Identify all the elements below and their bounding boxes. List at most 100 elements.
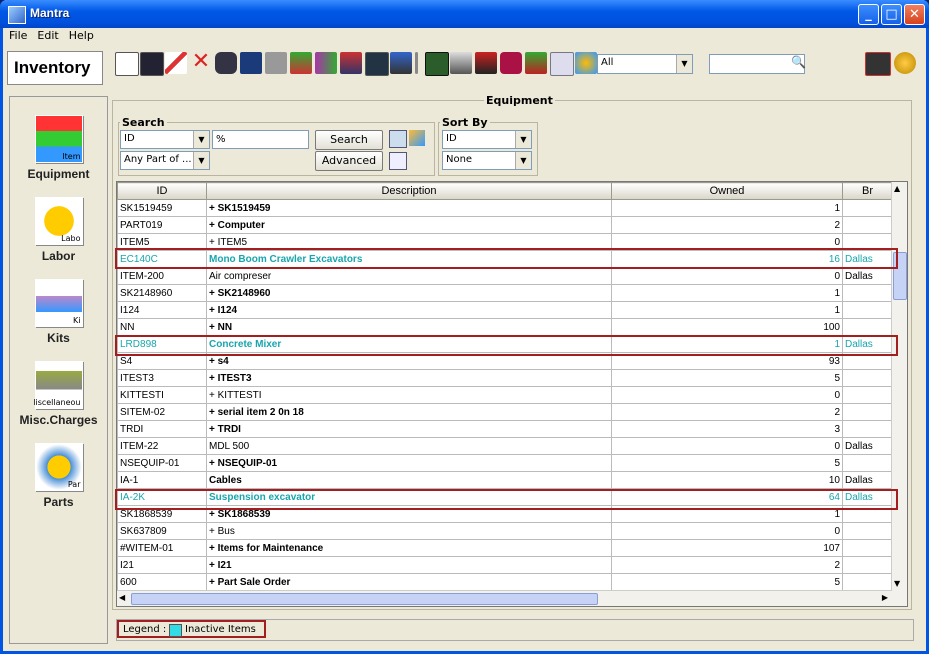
search-icon[interactable]: 🔍 (791, 55, 806, 69)
help-icon[interactable] (894, 52, 916, 74)
cell-id[interactable]: SK637809 (117, 522, 207, 540)
table-row[interactable]: KITTESTI + KITTESTI 0 (117, 386, 893, 404)
search-button[interactable]: Search (315, 130, 383, 150)
cell-owned[interactable]: 0 (611, 386, 843, 404)
table-row[interactable]: SK2148960 + SK2148960 1 (117, 284, 893, 302)
cell-desc[interactable]: + NN (206, 318, 612, 336)
search-field-select[interactable]: ID ▼ (120, 130, 210, 149)
cell-branch[interactable] (842, 386, 893, 404)
table-row[interactable]: NSEQUIP-01 + NSEQUIP-01 5 (117, 454, 893, 472)
cell-branch[interactable] (842, 539, 893, 557)
cell-branch[interactable] (842, 301, 893, 319)
chevron-down-icon[interactable]: ▼ (193, 131, 209, 148)
column-header-owned[interactable]: Owned (611, 182, 843, 200)
cell-id[interactable]: NN (117, 318, 207, 336)
cell-desc[interactable]: MDL 500 (206, 437, 612, 455)
cell-desc[interactable]: Cables (206, 471, 612, 489)
cell-id[interactable]: ITEST3 (117, 369, 207, 387)
edit-icon[interactable] (165, 52, 187, 74)
cell-branch[interactable]: Dallas (842, 437, 893, 455)
match-mode-select[interactable]: Any Part of ... ▼ (120, 151, 210, 170)
new-icon[interactable] (115, 52, 139, 76)
sort-secondary-select[interactable]: None ▼ (442, 151, 532, 170)
cell-owned[interactable]: 0 (611, 522, 843, 540)
g-icon[interactable] (500, 52, 522, 74)
delete-icon[interactable]: ✕ (190, 51, 212, 74)
cell-branch[interactable] (842, 454, 893, 472)
cell-owned[interactable]: 2 (611, 216, 843, 234)
cell-id[interactable]: ITEM-22 (117, 437, 207, 455)
cell-desc[interactable]: + Computer (206, 216, 612, 234)
refresh-icon[interactable] (409, 130, 425, 146)
cell-branch[interactable]: Dallas (842, 267, 893, 285)
equipment-table[interactable]: ID Description Owned Br SK1519459 + SK151… (116, 181, 908, 607)
sidebar-item-parts[interactable]: Par Parts (10, 443, 107, 509)
filter-select[interactable]: All ▼ (597, 54, 693, 74)
sort-primary-select[interactable]: ID ▼ (442, 130, 532, 149)
cell-owned[interactable]: 5 (611, 454, 843, 472)
table-row[interactable]: ITEM-22 MDL 500 0 Dallas (117, 437, 893, 455)
column-header-id[interactable]: ID (117, 182, 207, 200)
scroll-right-icon[interactable]: ▶ (882, 593, 888, 602)
cell-desc[interactable]: + Items for Maintenance (206, 539, 612, 557)
cell-id[interactable]: ITEM-200 (117, 267, 207, 285)
cell-desc[interactable]: + serial item 2 0n 18 (206, 403, 612, 421)
table-row[interactable]: SK637809 + Bus 0 (117, 522, 893, 540)
chart-icon[interactable] (340, 52, 362, 74)
cell-owned[interactable]: 5 (611, 369, 843, 387)
sidebar-item-equipment[interactable]: Item Equipment (10, 115, 107, 181)
save-icon[interactable] (140, 52, 164, 76)
cell-desc[interactable]: Air compreser (206, 267, 612, 285)
cell-id[interactable]: KITTESTI (117, 386, 207, 404)
title-bar[interactable]: Mantra _ □ ✕ (0, 0, 929, 28)
cell-id[interactable]: I21 (117, 556, 207, 574)
table-row[interactable]: ITEST3 + ITEST3 5 (117, 369, 893, 387)
binoculars-icon[interactable] (315, 52, 337, 74)
cell-branch[interactable]: Dallas (842, 471, 893, 489)
table-row[interactable]: #WITEM-01 + Items for Maintenance 107 (117, 539, 893, 557)
table-row[interactable]: SK1519459 + SK1519459 1 (117, 199, 893, 217)
print-icon[interactable] (450, 52, 472, 74)
cell-owned[interactable]: 10 (611, 471, 843, 489)
cell-owned[interactable]: 1 (611, 199, 843, 217)
transfer-icon[interactable] (290, 52, 312, 74)
cell-branch[interactable] (842, 199, 893, 217)
cell-owned[interactable]: 5 (611, 573, 843, 591)
clear-search-icon[interactable] (389, 152, 407, 170)
cell-desc[interactable]: + Bus (206, 522, 612, 540)
scroll-left-icon[interactable]: ◀ (119, 593, 125, 602)
cell-owned[interactable]: 1 (611, 284, 843, 302)
chevron-down-icon[interactable]: ▼ (515, 152, 531, 169)
cell-branch[interactable] (842, 420, 893, 438)
cell-id[interactable]: #WITEM-01 (117, 539, 207, 557)
advanced-button[interactable]: Advanced (315, 151, 383, 171)
table-row[interactable]: 600 + Part Sale Order 5 (117, 573, 893, 591)
cell-branch[interactable] (842, 284, 893, 302)
cell-owned[interactable]: 3 (611, 420, 843, 438)
table-row[interactable]: I21 + I21 2 (117, 556, 893, 574)
cell-desc[interactable]: + SK1519459 (206, 199, 612, 217)
cell-branch[interactable] (842, 318, 893, 336)
cell-branch[interactable] (842, 216, 893, 234)
cell-id[interactable]: TRDI (117, 420, 207, 438)
column-header-branch[interactable]: Br (842, 182, 893, 200)
cell-id[interactable]: IA-1 (117, 471, 207, 489)
exit-icon[interactable] (865, 52, 891, 76)
menu-edit[interactable]: Edit (31, 28, 62, 42)
cell-id[interactable]: 600 (117, 573, 207, 591)
grid-icon[interactable] (365, 52, 389, 76)
cell-desc[interactable]: + TRDI (206, 420, 612, 438)
vertical-scrollbar[interactable]: ▲ ▼ (891, 182, 907, 606)
cell-owned[interactable]: 1 (611, 301, 843, 319)
scroll-up-icon[interactable]: ▲ (894, 184, 900, 193)
horizontal-scrollbar[interactable]: ◀ ▶ (117, 590, 892, 606)
window-icon[interactable] (550, 52, 574, 76)
cell-owned[interactable]: 0 (611, 267, 843, 285)
chevron-down-icon[interactable]: ▼ (515, 131, 531, 148)
menu-help[interactable]: Help (63, 28, 98, 42)
table-row[interactable]: NN + NN 100 (117, 318, 893, 336)
cell-desc[interactable]: + ITEST3 (206, 369, 612, 387)
table-row[interactable]: I124 + I124 1 (117, 301, 893, 319)
minimize-button[interactable]: _ (858, 4, 879, 25)
maximize-button[interactable]: □ (881, 4, 902, 25)
